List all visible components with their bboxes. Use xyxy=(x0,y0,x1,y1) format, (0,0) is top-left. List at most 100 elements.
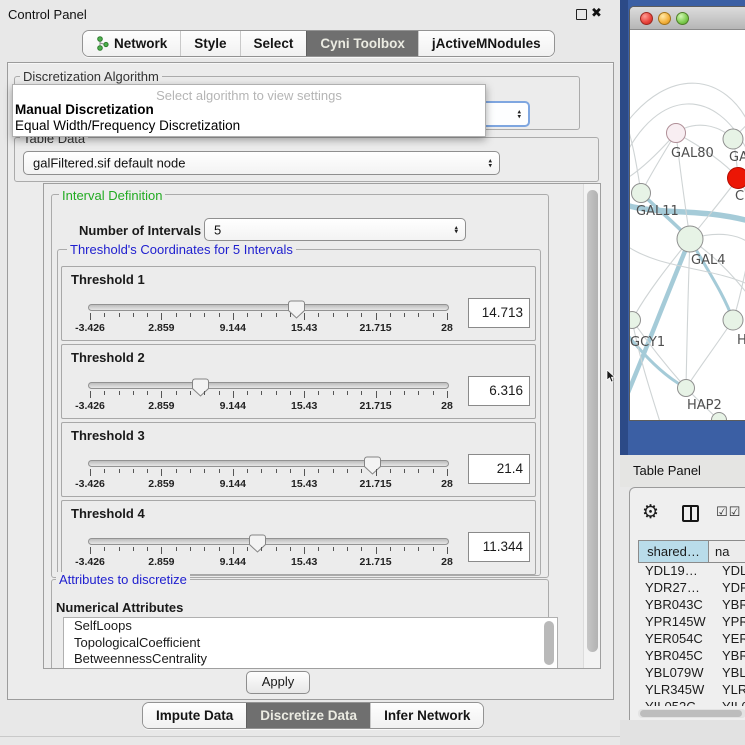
cell-name[interactable]: YBR0 xyxy=(715,648,745,665)
network-node-C[interactable] xyxy=(728,168,745,189)
network-node-GAL11[interactable] xyxy=(632,184,651,203)
network-node-GCY1[interactable] xyxy=(630,312,641,329)
table-row[interactable]: YPR145WYPR1 xyxy=(638,614,745,631)
tick-mark xyxy=(261,391,262,395)
threshold-slider[interactable]: -3.4262.8599.14415.4321.71528 xyxy=(90,379,447,417)
cell-shared-name[interactable]: YBL079W xyxy=(638,665,715,682)
cell-shared-name[interactable]: YDL19… xyxy=(638,563,715,580)
table-row[interactable]: YDL19…YDL1 xyxy=(638,563,745,580)
tick-mark xyxy=(119,313,120,317)
cell-name[interactable]: YDR2 xyxy=(715,580,745,597)
tab-jactivemnodules[interactable]: jActiveMNodules xyxy=(418,31,554,56)
cell-name[interactable]: YLR3 xyxy=(715,682,745,699)
cell-shared-name[interactable]: YBR045C xyxy=(638,648,715,665)
threshold-value-field[interactable]: 11.344 xyxy=(468,532,530,562)
minimize-traffic-light[interactable] xyxy=(658,12,671,25)
table-row[interactable]: YBR045CYBR0 xyxy=(638,648,745,665)
column-header-name[interactable]: na xyxy=(709,541,745,562)
cell-name[interactable]: YBL0 xyxy=(715,665,745,682)
cell-name[interactable]: YBR0 xyxy=(715,597,745,614)
tab-cyni-toolbox[interactable]: Cyni Toolbox xyxy=(306,31,418,56)
table-row[interactable]: YER054CYER0 xyxy=(638,631,745,648)
tick-label: 2.859 xyxy=(148,322,174,334)
number-of-intervals-combobox[interactable]: 5 ▴▾ xyxy=(204,218,466,241)
tick-mark xyxy=(261,469,262,473)
slider-handle[interactable] xyxy=(249,534,266,553)
dropdown-option-equal-width-frequency[interactable]: Equal Width/Frequency Discretization xyxy=(15,118,240,133)
bottom-tabbar: Impute Data Discretize Data Infer Network xyxy=(142,702,484,729)
network-node-HAP2[interactable] xyxy=(678,380,695,397)
table-row[interactable]: YLR345WYLR3 xyxy=(638,682,745,699)
tick-mark xyxy=(447,469,448,476)
numerical-attributes-list[interactable]: SelfLoopsTopologicalCoefficientBetweenne… xyxy=(63,617,558,669)
network-node[interactable] xyxy=(712,413,727,421)
network-node-H[interactable] xyxy=(723,310,743,330)
cell-name[interactable]: YPR1 xyxy=(715,614,745,631)
slider-handle[interactable] xyxy=(192,378,209,397)
checkbox-icons[interactable]: ☑☑ xyxy=(716,505,741,520)
attribute-item[interactable]: TopologicalCoefficient xyxy=(64,635,557,652)
network-window-titlebar[interactable] xyxy=(630,7,745,30)
slider-track[interactable] xyxy=(88,538,449,545)
tab-impute-data[interactable]: Impute Data xyxy=(143,703,246,728)
cell-shared-name[interactable]: YIL052C xyxy=(638,699,715,706)
gear-icon[interactable]: ⚙ xyxy=(642,501,659,523)
close-icon[interactable]: ✖ xyxy=(591,5,602,21)
table-row[interactable]: YBR043CYBR0 xyxy=(638,597,745,614)
threshold-value-field[interactable]: 14.713 xyxy=(468,298,530,328)
cell-name[interactable]: YER0 xyxy=(715,631,745,648)
tab-style[interactable]: Style xyxy=(180,31,239,56)
tick-mark xyxy=(247,313,248,317)
threshold-slider[interactable]: -3.4262.8599.14415.4321.71528 xyxy=(90,457,447,495)
tab-discretize-data[interactable]: Discretize Data xyxy=(246,703,370,728)
table-row[interactable]: YBL079WYBL0 xyxy=(638,665,745,682)
float-window-icon[interactable] xyxy=(576,9,587,20)
column-layout-icon[interactable] xyxy=(682,505,699,522)
network-node-GAL4[interactable] xyxy=(677,226,703,252)
cell-name[interactable]: YDL1 xyxy=(715,563,745,580)
horizontal-scrollbar[interactable] xyxy=(638,709,745,718)
attribute-item[interactable]: BetweennessCentrality xyxy=(64,651,557,668)
tab-network[interactable]: Network xyxy=(83,31,180,56)
slider-track[interactable] xyxy=(88,460,449,467)
column-header-shared[interactable]: shared… xyxy=(639,541,709,562)
scrollbar-track[interactable] xyxy=(583,184,600,668)
tab-select[interactable]: Select xyxy=(240,31,307,56)
cell-shared-name[interactable]: YLR345W xyxy=(638,682,715,699)
list-scrollbar[interactable] xyxy=(544,621,554,665)
threshold-value-field[interactable]: 6.316 xyxy=(468,376,530,406)
table-row[interactable]: YIL052CYIL0 xyxy=(638,699,745,706)
table-row[interactable]: YDR27…YDR2 xyxy=(638,580,745,597)
tick-mark xyxy=(104,547,105,551)
tab-infer-network[interactable]: Infer Network xyxy=(370,703,483,728)
network-view-window[interactable]: GAL80GACGAL11GAL4GCY1HHAP2 xyxy=(629,6,745,421)
cell-shared-name[interactable]: YER054C xyxy=(638,631,715,648)
network-node-GA[interactable] xyxy=(723,129,743,149)
close-traffic-light[interactable] xyxy=(640,12,653,25)
threshold-list: Threshold 1 -3.4262.8599.14415.4321.7152… xyxy=(61,266,536,578)
tick-mark xyxy=(161,391,162,398)
dropdown-option-manual-discretization[interactable]: Manual Discretization xyxy=(15,102,154,117)
application-window: Control Panel ✖ NetworkStyleSelectCyni T… xyxy=(0,0,745,745)
slider-track[interactable] xyxy=(88,382,449,389)
attribute-item[interactable]: SelfLoops xyxy=(64,618,557,635)
cell-shared-name[interactable]: YBR043C xyxy=(638,597,715,614)
cell-name[interactable]: YIL0 xyxy=(715,699,745,706)
network-canvas[interactable]: GAL80GACGAL11GAL4GCY1HHAP2 xyxy=(630,30,745,420)
slider-handle[interactable] xyxy=(364,456,381,475)
threshold-slider[interactable]: -3.4262.8599.14415.4321.71528 xyxy=(90,535,447,573)
scrollbar-thumb[interactable] xyxy=(587,190,598,652)
node-label: GCY1 xyxy=(630,335,665,350)
cell-shared-name[interactable]: YDR27… xyxy=(638,580,715,597)
apply-button[interactable]: Apply xyxy=(246,671,310,694)
horizontal-scrollbar-thumb[interactable] xyxy=(640,710,742,717)
zoom-traffic-light[interactable] xyxy=(676,12,689,25)
slider-track[interactable] xyxy=(88,304,449,311)
tab-label: Discretize Data xyxy=(260,708,357,723)
network-node-GAL80[interactable] xyxy=(667,124,686,143)
threshold-slider[interactable]: -3.4262.8599.14415.4321.71528 xyxy=(90,301,447,339)
tick-mark xyxy=(233,547,234,554)
cell-shared-name[interactable]: YPR145W xyxy=(638,614,715,631)
threshold-value-field[interactable]: 21.4 xyxy=(468,454,530,484)
table-data-combobox[interactable]: galFiltered.sif default node ▴▾ xyxy=(23,151,500,175)
